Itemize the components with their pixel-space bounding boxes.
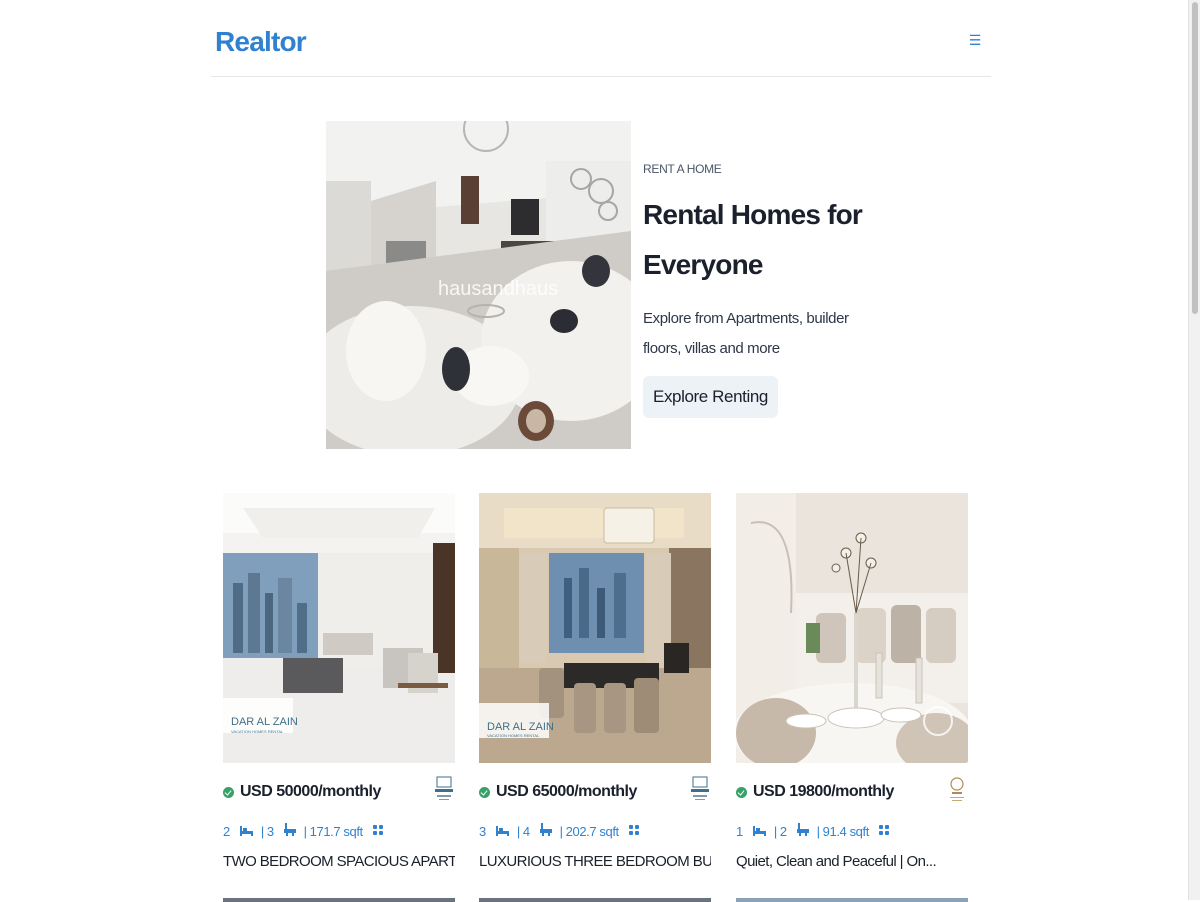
property-title[interactable]: LUXURIOUS THREE BEDROOM BURJ ... bbox=[479, 853, 711, 870]
agency-logo[interactable] bbox=[433, 775, 455, 805]
property-photo: DAR AL ZAIN VACATION HOMES RENTAL bbox=[223, 493, 455, 763]
next-card-edge bbox=[736, 898, 968, 902]
scrollbar-thumb[interactable] bbox=[1192, 2, 1198, 314]
bed-icon bbox=[495, 824, 509, 839]
property-card[interactable]: DAR AL ZAIN VACATION HOMES RENTAL USD 65… bbox=[479, 493, 711, 902]
property-photo bbox=[736, 493, 968, 763]
bedroom-count: 3 bbox=[479, 823, 486, 839]
price-row: USD 50000/monthly bbox=[223, 776, 455, 813]
living-room-photo: hausandhaus bbox=[326, 121, 631, 449]
hero-title-line-2: Everyone bbox=[643, 249, 763, 280]
bedroom-count: 1 bbox=[736, 823, 743, 839]
property-price: USD 19800/monthly bbox=[753, 783, 894, 800]
area-size: 91.4 sqft bbox=[822, 823, 870, 839]
verified-check-icon bbox=[479, 787, 490, 798]
property-image[interactable] bbox=[736, 493, 968, 763]
property-card[interactable]: DAR AL ZAIN VACATION HOMES RENTAL USD 50… bbox=[223, 493, 455, 902]
bathtub-icon bbox=[539, 823, 552, 839]
grid-area-icon bbox=[628, 824, 640, 839]
hero-image-watermark: hausandhaus bbox=[438, 278, 558, 300]
next-card-edge bbox=[223, 898, 455, 902]
grid-area-icon bbox=[372, 824, 384, 839]
agency-logo[interactable] bbox=[689, 775, 711, 805]
meta-separator: | bbox=[559, 823, 563, 839]
explore-renting-button[interactable]: Explore Renting bbox=[643, 376, 778, 418]
price-row: USD 65000/monthly bbox=[479, 776, 711, 813]
meta-separator: | bbox=[303, 823, 307, 839]
page-scrollbar[interactable] bbox=[1188, 0, 1200, 900]
hero-description: Explore from Apartments, builder floors,… bbox=[643, 310, 849, 357]
property-title[interactable]: Quiet, Clean and Peaceful | On... bbox=[736, 853, 968, 870]
brand-logo[interactable]: Realtor bbox=[215, 26, 307, 58]
property-meta: 3 | 4 | 202.7 sqft bbox=[479, 821, 648, 841]
agency-watermark: DAR AL ZAIN bbox=[231, 716, 298, 728]
grid-area-icon bbox=[878, 824, 890, 839]
next-card-edge bbox=[479, 898, 711, 902]
bathtub-icon bbox=[796, 823, 809, 839]
hero-title: Rental Homes for Everyone bbox=[643, 190, 883, 290]
property-card[interactable]: USD 19800/monthly 1 | 2 | 91.4 sqft Quie… bbox=[736, 493, 968, 902]
bathroom-count: 2 bbox=[779, 823, 787, 839]
area-size: 202.7 sqft bbox=[565, 823, 620, 839]
meta-separator: | bbox=[816, 823, 820, 839]
agency-watermark-subtitle: VACATION HOMES RENTAL bbox=[231, 729, 284, 734]
bed-icon bbox=[752, 824, 766, 839]
hero-image: hausandhaus bbox=[326, 121, 631, 449]
hero-title-line-1: Rental Homes for bbox=[643, 199, 863, 230]
property-price: USD 65000/monthly bbox=[496, 783, 637, 800]
bathtub-icon bbox=[283, 823, 296, 839]
property-image[interactable]: DAR AL ZAIN VACATION HOMES RENTAL bbox=[223, 493, 455, 763]
hero-eyebrow: RENT A HOME bbox=[643, 162, 722, 176]
hamburger-menu-icon[interactable]: ☰ bbox=[967, 30, 983, 50]
bathroom-count: 3 bbox=[266, 823, 274, 839]
area-size: 171.7 sqft bbox=[309, 823, 364, 839]
hero-content: RENT A HOME Rental Homes for Everyone Ex… bbox=[643, 162, 883, 418]
agency-watermark-subtitle: VACATION HOMES RENTAL bbox=[487, 733, 540, 738]
agency-logo[interactable] bbox=[946, 775, 968, 805]
meta-separator: | bbox=[516, 823, 520, 839]
property-photo: DAR AL ZAIN VACATION HOMES RENTAL bbox=[479, 493, 711, 763]
agency-watermark: DAR AL ZAIN bbox=[487, 721, 554, 733]
property-price: USD 50000/monthly bbox=[240, 783, 381, 800]
bathroom-count: 4 bbox=[522, 823, 530, 839]
property-image[interactable]: DAR AL ZAIN VACATION HOMES RENTAL bbox=[479, 493, 711, 763]
navbar: Realtor ☰ bbox=[211, 0, 991, 77]
property-title[interactable]: TWO BEDROOM SPACIOUS APARTMENT... bbox=[223, 853, 455, 870]
meta-separator: | bbox=[260, 823, 264, 839]
property-meta: 2 | 3 | 171.7 sqft bbox=[223, 821, 392, 841]
price-row: USD 19800/monthly bbox=[736, 777, 968, 813]
bed-icon bbox=[239, 824, 253, 839]
verified-check-icon bbox=[736, 787, 747, 798]
property-meta: 1 | 2 | 91.4 sqft bbox=[736, 821, 898, 841]
bedroom-count: 2 bbox=[223, 823, 230, 839]
verified-check-icon bbox=[223, 787, 234, 798]
meta-separator: | bbox=[773, 823, 777, 839]
